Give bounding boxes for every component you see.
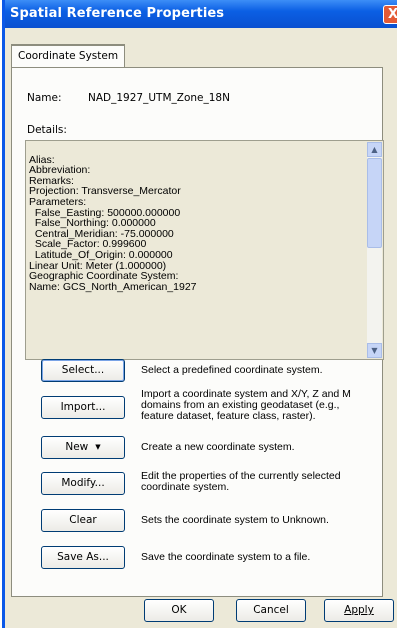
apply-button[interactable]: Apply (324, 599, 394, 622)
details-scrollbar[interactable]: ▲ ▼ (367, 142, 382, 358)
select-description: Select a predefined coordinate system. (141, 364, 323, 376)
scroll-up-arrow-icon[interactable]: ▲ (367, 142, 382, 157)
details-line: Name: GCS_North_American_1927 (29, 280, 197, 293)
import-button[interactable]: Import... (41, 396, 125, 419)
new-description: Create a new coordinate system. (141, 441, 295, 453)
save-as-button[interactable]: Save As... (41, 546, 125, 569)
import-description: Import a coordinate system and X/Y, Z an… (141, 388, 351, 423)
close-icon: X (387, 7, 397, 22)
close-button[interactable]: X (383, 5, 397, 24)
new-button-label: New (65, 441, 89, 453)
modify-description: Edit the properties of the currently sel… (141, 470, 341, 494)
import-button-label: Import... (60, 401, 106, 413)
scroll-down-arrow-icon[interactable]: ▼ (367, 343, 382, 358)
details-textbox[interactable]: Alias: Abbreviation: Remarks: Projection: T… (25, 140, 384, 360)
details-line: Parameters: (29, 195, 87, 208)
ok-button[interactable]: OK (144, 599, 214, 622)
tab-coordinate-system[interactable]: Coordinate System (11, 44, 126, 68)
details-line: Abbreviation: (29, 164, 91, 177)
tab-strip: Coordinate System (11, 44, 383, 68)
cancel-button-label: Cancel (253, 604, 289, 616)
clear-description: Sets the coordinate system to Unknown. (141, 514, 329, 526)
save-as-description: Save the coordinate system to a file. (141, 551, 311, 563)
title-bar[interactable]: Spatial Reference Properties X (5, 0, 397, 28)
ok-button-label: OK (171, 604, 187, 616)
dropdown-arrow-icon: ▼ (95, 443, 101, 451)
save-as-button-label: Save As... (57, 551, 109, 563)
details-line: Latitude_Of_Origin: 0.000000 (29, 248, 173, 261)
select-button-label: Select... (61, 364, 105, 376)
apply-button-label: Apply (344, 604, 374, 616)
details-label: Details: (27, 124, 67, 136)
details-text: Alias: Abbreviation: Remarks: Projection: T… (29, 144, 365, 314)
clear-button[interactable]: Clear (41, 509, 125, 532)
dialog-title: Spatial Reference Properties (10, 6, 225, 21)
new-button[interactable]: New ▼ (41, 436, 125, 459)
modify-button-label: Modify... (61, 477, 105, 489)
scroll-thumb[interactable] (367, 158, 382, 248)
modify-button[interactable]: Modify... (41, 472, 125, 495)
name-value: NAD_1927_UTM_Zone_18N (88, 92, 230, 104)
cancel-button[interactable]: Cancel (236, 599, 306, 622)
name-label: Name: (27, 92, 62, 104)
select-button[interactable]: Select... (41, 359, 125, 382)
clear-button-label: Clear (69, 514, 97, 526)
